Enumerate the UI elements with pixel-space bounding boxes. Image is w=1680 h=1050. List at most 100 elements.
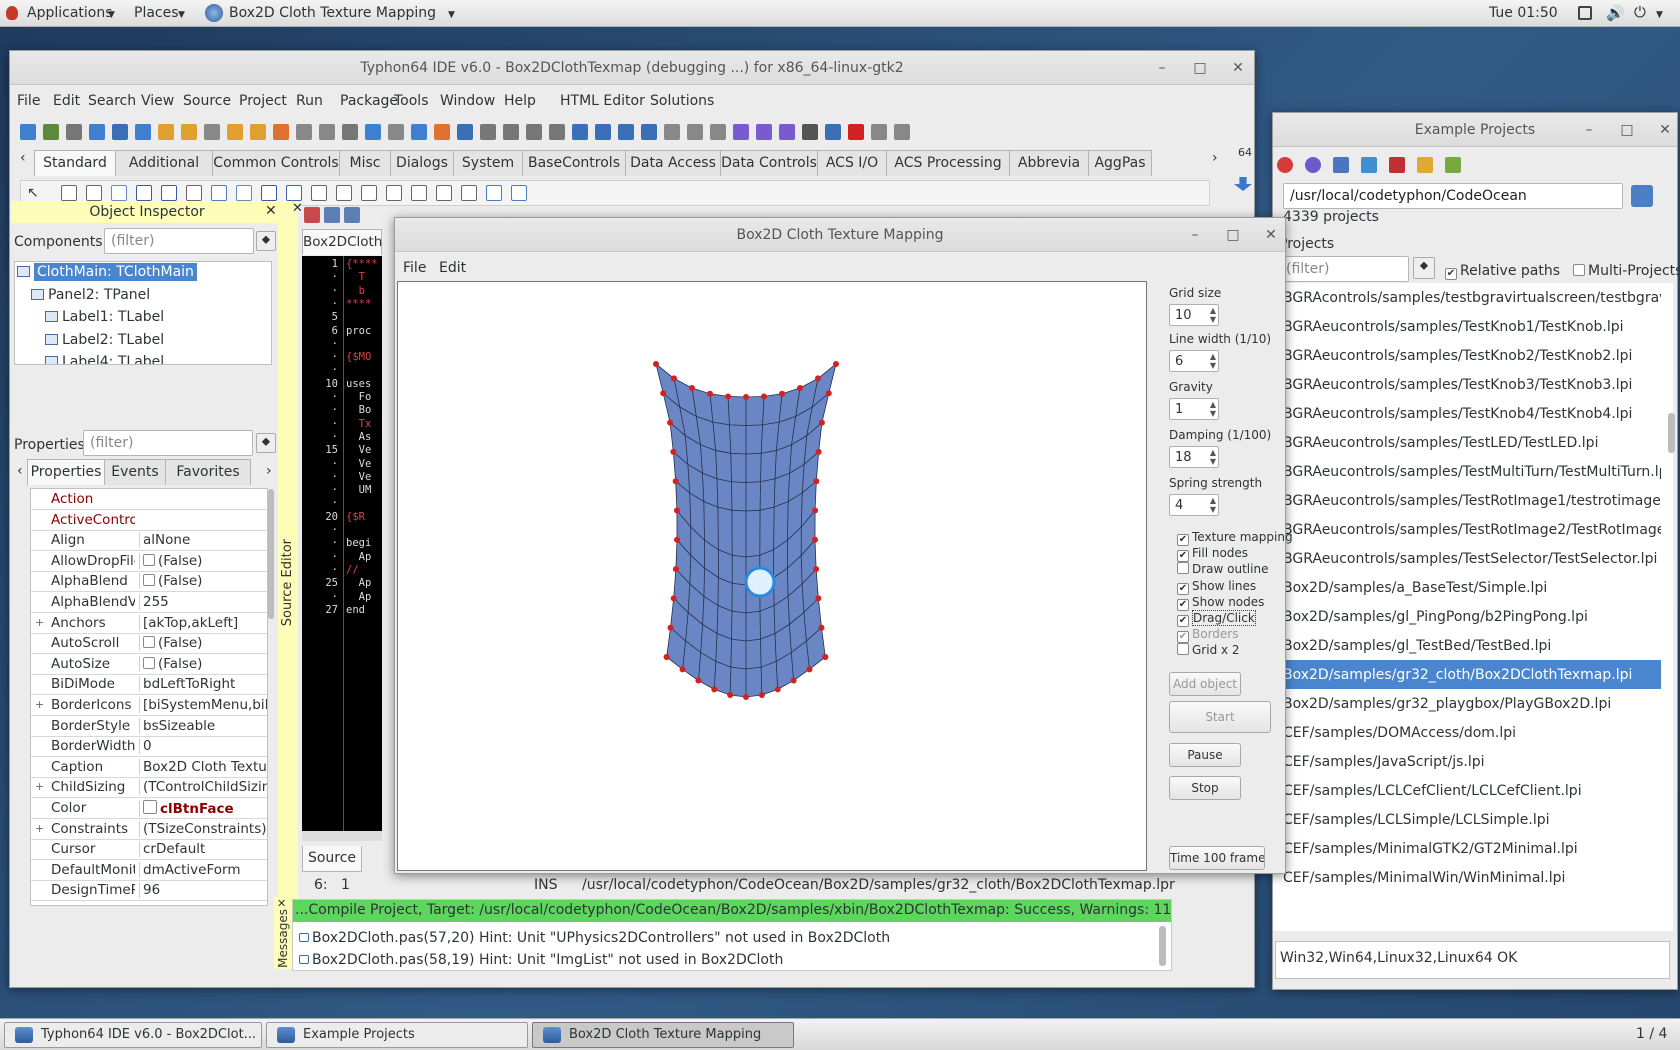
cloth-node[interactable] xyxy=(811,536,818,543)
toolbar-button-icon[interactable] xyxy=(181,124,197,140)
checkbox-icon[interactable]: ✔ xyxy=(1177,598,1189,611)
cloth-node[interactable] xyxy=(711,686,718,693)
component-icon[interactable] xyxy=(386,185,402,201)
component-icon[interactable] xyxy=(336,185,352,201)
toolbar-button-icon[interactable] xyxy=(710,124,726,140)
property-value[interactable]: 96 xyxy=(139,882,267,899)
cloth-node[interactable] xyxy=(725,393,731,400)
checkbox-icon[interactable] xyxy=(143,574,155,587)
relative-paths-checkbox[interactable]: ✔ Relative paths xyxy=(1445,263,1560,280)
toolbar-button-icon[interactable] xyxy=(66,124,82,140)
add-object-button[interactable]: Add object xyxy=(1169,672,1241,696)
toolbar-button-icon[interactable] xyxy=(457,124,473,140)
power-icon[interactable]: ⏻ xyxy=(1634,3,1646,21)
close-icon[interactable]: ✕ xyxy=(1230,60,1246,76)
tab-acs-i-o[interactable]: ACS I/O xyxy=(817,150,887,176)
build-icon[interactable] xyxy=(1445,157,1461,173)
property-row[interactable]: BorderStyle bsSizeable xyxy=(31,716,267,737)
back-icon[interactable] xyxy=(324,207,340,223)
component-icon[interactable] xyxy=(136,185,152,201)
tag-icon[interactable]: ⬥ xyxy=(1413,257,1435,279)
grid-size-input[interactable]: 10 ▲ ▼ xyxy=(1169,304,1219,326)
cloth-node[interactable] xyxy=(818,624,825,631)
toolbar-button-icon[interactable] xyxy=(687,124,703,140)
properties-filter[interactable]: (filter) xyxy=(83,430,253,456)
menu-help[interactable]: Help xyxy=(504,93,536,109)
project-item[interactable]: Box2D/samples/gr32_playgbox/PlayGBox2D.l… xyxy=(1273,689,1661,718)
cloth-node[interactable] xyxy=(667,624,674,631)
project-item[interactable]: BGRAeucontrols/samples/TestKnob1/TestKno… xyxy=(1273,312,1661,341)
component-icon[interactable] xyxy=(436,185,452,201)
property-row[interactable]: Color clBtnFace xyxy=(31,798,267,819)
spin-arrows-icon[interactable]: ▲ ▼ xyxy=(1210,306,1216,324)
tab-properties[interactable]: Properties xyxy=(27,459,105,485)
tab-favorites[interactable]: Favorites xyxy=(165,459,251,485)
toolbar-button-icon[interactable] xyxy=(894,124,910,140)
property-row[interactable]: DefaultMonitor dmActiveForm xyxy=(31,860,267,881)
menu-file[interactable]: File xyxy=(17,93,40,109)
cloth-node[interactable] xyxy=(813,478,820,485)
tree-item[interactable]: Panel2: TPanel xyxy=(31,287,150,303)
toolbar-button-icon[interactable] xyxy=(319,124,335,140)
project-item[interactable]: BGRAeucontrols/samples/TestSelector/Test… xyxy=(1273,544,1661,573)
project-item[interactable]: CEF/samples/MinimalGTK2/GT2Minimal.lpi xyxy=(1273,834,1661,863)
cloth-node[interactable] xyxy=(818,419,825,426)
cloth-node[interactable] xyxy=(674,536,681,543)
spin-arrows-icon[interactable]: ▲ ▼ xyxy=(1210,496,1216,514)
checkbox-icon[interactable] xyxy=(1177,562,1189,575)
toolbar-button-icon[interactable] xyxy=(779,124,795,140)
menu-html-editor[interactable]: HTML Editor xyxy=(560,93,645,109)
palette-left-arrow-icon[interactable]: ‹ xyxy=(20,150,26,166)
damping-input[interactable]: 18 ▲ ▼ xyxy=(1169,446,1219,468)
property-row[interactable]: + Anchors [akTop,akLeft] xyxy=(31,613,267,634)
maximize-icon[interactable]: □ xyxy=(1619,122,1635,138)
property-row[interactable]: AllowDropFiles (False) xyxy=(31,551,267,572)
toolbar-button-icon[interactable] xyxy=(733,124,749,140)
tab-standard[interactable]: Standard xyxy=(34,150,116,176)
cloth-node[interactable] xyxy=(815,448,822,455)
property-value[interactable]: [akTop,akLeft] xyxy=(139,614,267,631)
checkbox-show-lines[interactable]: ✔ Show lines xyxy=(1177,579,1256,595)
toolbar-button-icon[interactable] xyxy=(204,124,220,140)
cloth-node[interactable] xyxy=(761,393,767,400)
cloth-node[interactable] xyxy=(806,666,813,673)
checkbox-icon[interactable] xyxy=(143,636,155,649)
menu-solutions[interactable]: Solutions xyxy=(650,93,714,109)
checkbox-grid-x-2[interactable]: Grid x 2 xyxy=(1177,643,1240,657)
component-icon[interactable] xyxy=(86,185,102,201)
spring-strength-input[interactable]: 4 ▲ ▼ xyxy=(1169,494,1219,516)
toolbar-button-icon[interactable] xyxy=(388,124,404,140)
property-value[interactable]: 255 xyxy=(139,594,267,610)
property-value[interactable]: dmActiveForm xyxy=(139,861,267,878)
toolbar-button-icon[interactable] xyxy=(618,124,634,140)
tab-data-access[interactable]: Data Access xyxy=(625,150,721,176)
property-row[interactable]: + BorderIcons [biSystemMenu,biMinimize] xyxy=(31,695,267,716)
maximize-icon[interactable]: □ xyxy=(1225,227,1241,243)
property-value[interactable]: (TSizeConstraints) xyxy=(139,820,267,837)
compile-success-message[interactable]: ...Compile Project, Target: /usr/local/c… xyxy=(293,900,1171,922)
property-value[interactable]: clBtnFace xyxy=(139,800,267,817)
checkbox-show-nodes[interactable]: ✔ Show nodes xyxy=(1177,595,1264,611)
tab-acs-processing[interactable]: ACS Processing xyxy=(886,150,1010,176)
task-cloth[interactable]: Box2D Cloth Texture Mapping xyxy=(532,1022,794,1048)
project-item[interactable]: Box2D/samples/gl_PingPong/b2PingPong.lpi xyxy=(1273,602,1661,631)
line-width-input[interactable]: 6 ▲ ▼ xyxy=(1169,350,1219,372)
cloth-node[interactable] xyxy=(790,677,797,684)
property-value[interactable]: (False) xyxy=(139,635,267,652)
delete-icon[interactable] xyxy=(1389,157,1405,173)
tab-box2dcloth[interactable]: Box2DCloth xyxy=(302,229,382,255)
toolbar-button-icon[interactable] xyxy=(227,124,243,140)
project-item[interactable]: CEF/samples/MinimalWin/WinMinimal.lpi xyxy=(1273,863,1661,892)
time-frames-button[interactable]: Time 100 frames xyxy=(1169,846,1265,870)
property-row[interactable]: + Constraints (TSizeConstraints) xyxy=(31,819,267,840)
tab-source[interactable]: Source xyxy=(302,846,362,872)
cloth-node[interactable] xyxy=(813,566,820,573)
property-value[interactable]: alNone xyxy=(139,532,267,549)
palette-right-arrow-icon[interactable]: › xyxy=(1212,150,1218,166)
property-value[interactable]: (TControlChildSizing) xyxy=(139,779,267,796)
toolbar-button-icon[interactable] xyxy=(158,124,174,140)
component-icon[interactable] xyxy=(511,185,527,201)
projects-filter[interactable]: (filter) xyxy=(1279,256,1409,282)
toolbar-button-icon[interactable] xyxy=(135,124,151,140)
toolbar-button-icon[interactable] xyxy=(411,124,427,140)
